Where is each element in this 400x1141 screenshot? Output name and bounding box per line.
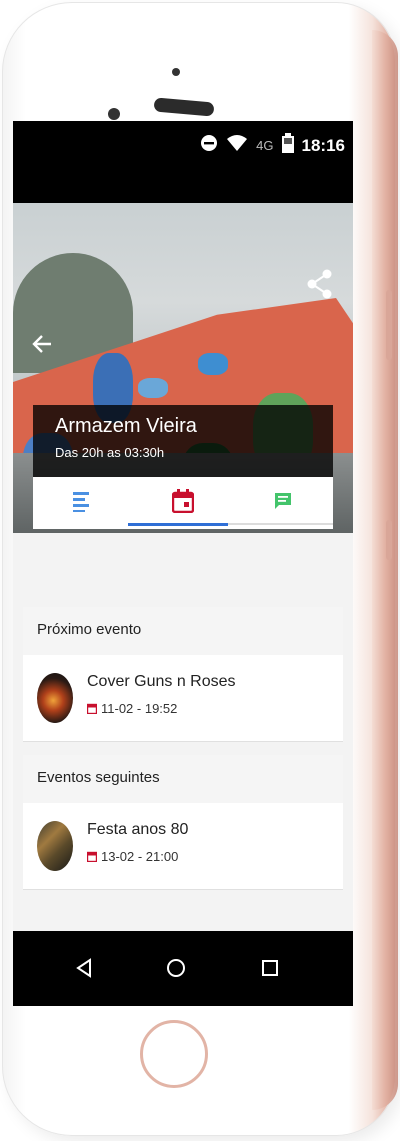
tab-events[interactable] — [133, 477, 233, 525]
event-card[interactable]: Cover Guns n Roses 11-02 - 19:52 — [23, 655, 343, 742]
event-name: Cover Guns n Roses — [87, 673, 236, 690]
following-events-header: Eventos seguintes — [23, 755, 343, 804]
calendar-icon — [87, 703, 97, 714]
tab-info[interactable] — [33, 477, 133, 525]
front-camera — [108, 108, 120, 120]
phone-frame: 4G 18:16 Armazem Vieira Das 20h as 03:30… — [0, 0, 400, 1141]
chat-icon — [275, 493, 291, 509]
event-name: Festa anos 80 — [87, 821, 189, 838]
share-button[interactable] — [307, 269, 337, 299]
tab-divider — [228, 523, 333, 525]
sensor — [172, 68, 180, 76]
calendar-icon — [87, 851, 97, 862]
venue-name: Armazem Vieira — [55, 415, 197, 437]
arrow-left-icon — [32, 335, 51, 353]
event-date: 13-02 - 21:00 — [87, 849, 178, 864]
share-icon — [307, 269, 332, 299]
graffiti-art — [198, 353, 228, 375]
tab-chat[interactable] — [233, 477, 333, 525]
status-bar: 4G 18:16 — [13, 121, 353, 203]
nav-home-button[interactable] — [161, 953, 191, 983]
volume-button — [386, 290, 392, 360]
circle-home-icon — [167, 959, 185, 977]
section-title: Próximo evento — [37, 621, 142, 638]
venue-hours: Das 20h as 03:30h — [55, 445, 165, 460]
network-type: 4G — [256, 138, 274, 153]
event-date-text: 13-02 - 21:00 — [101, 849, 179, 864]
clock: 18:16 — [301, 135, 345, 155]
nav-recents-button[interactable] — [255, 953, 285, 983]
active-tab-indicator — [128, 523, 228, 526]
venue-caption: Armazem Vieira Das 20h as 03:30h — [33, 405, 333, 477]
app-screen: 4G 18:16 Armazem Vieira Das 20h as 03:30… — [13, 121, 353, 1006]
list-icon — [73, 492, 89, 512]
section-title: Eventos seguintes — [37, 769, 160, 786]
battery-icon — [281, 133, 294, 158]
next-event-header: Próximo evento — [23, 607, 343, 656]
wifi-icon — [226, 134, 248, 157]
tab-bar — [33, 477, 333, 529]
event-card[interactable]: Festa anos 80 13-02 - 21:00 — [23, 803, 343, 890]
graffiti-art — [138, 378, 168, 398]
calendar-icon — [172, 489, 194, 513]
triangle-back-icon — [76, 958, 91, 978]
event-avatar — [37, 673, 73, 723]
back-button[interactable] — [31, 333, 57, 359]
do-not-disturb-icon — [200, 134, 218, 157]
nav-back-button[interactable] — [69, 953, 99, 983]
square-recents-icon — [262, 960, 278, 976]
power-button — [386, 520, 392, 560]
event-avatar — [37, 821, 73, 871]
event-date: 11-02 - 19:52 — [87, 701, 177, 716]
event-date-text: 11-02 - 19:52 — [101, 701, 178, 716]
status-icons: 4G 18:16 — [200, 133, 345, 158]
phone-rim — [372, 30, 398, 1110]
home-button[interactable] — [140, 1020, 208, 1088]
system-nav-bar — [13, 931, 353, 1006]
